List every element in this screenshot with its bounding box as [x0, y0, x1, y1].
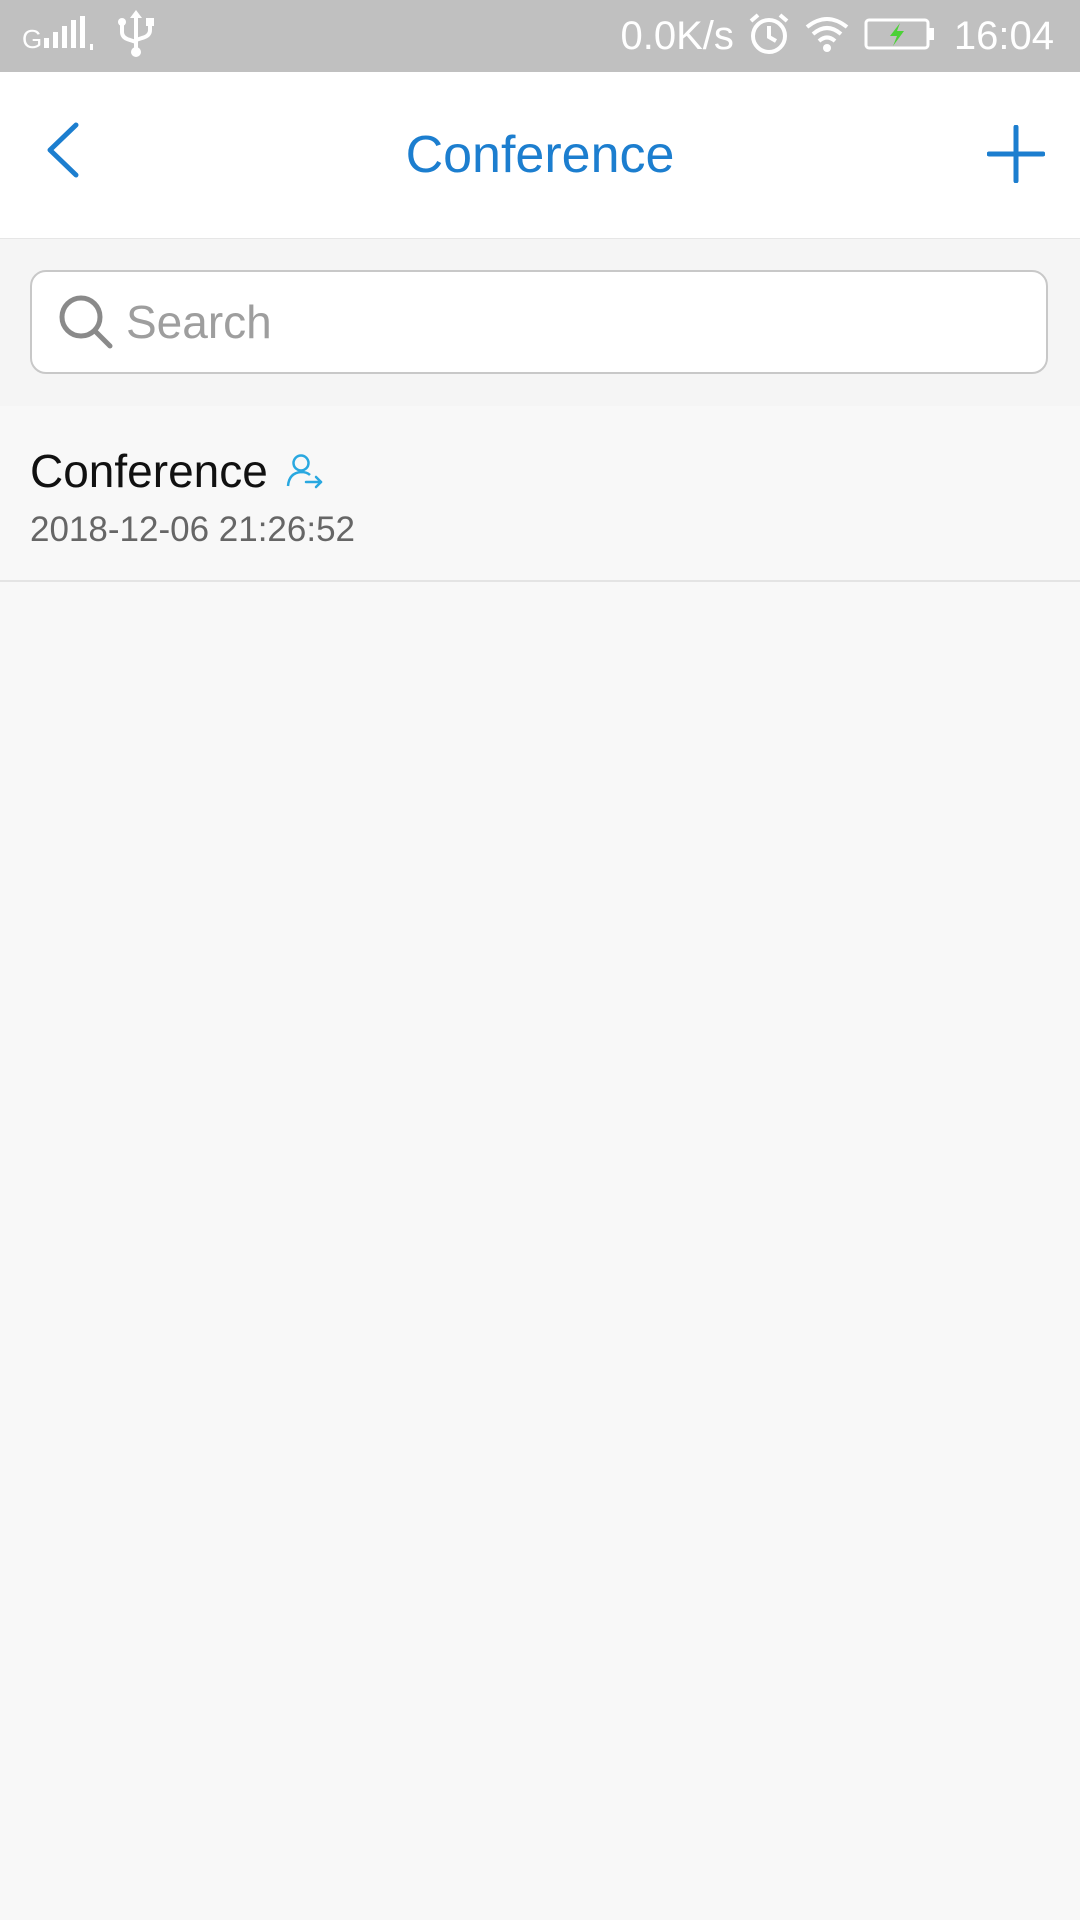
page-title: Conference — [405, 126, 675, 184]
usb-icon — [116, 9, 156, 63]
conference-title: Conference — [30, 445, 268, 497]
search-input[interactable] — [124, 294, 1008, 350]
conference-time: 2018-12-06 21:26:52 — [30, 510, 355, 549]
add-conference-button[interactable] — [966, 106, 1066, 206]
battery-charging-icon — [864, 17, 936, 56]
search-box[interactable] — [30, 270, 1048, 374]
list-item[interactable]: Conference 2018-12-06 21:26:52 — [0, 406, 1080, 582]
search-area — [0, 239, 1080, 406]
status-left: G — [22, 0, 156, 72]
item-title-row: Conference — [30, 444, 326, 498]
chevron-left-icon — [40, 121, 84, 184]
search-icon — [56, 292, 116, 352]
app-bar: Conference — [0, 72, 1080, 239]
net-speed: 0.0K/s — [620, 14, 734, 58]
user-arrow-icon — [284, 450, 326, 492]
status-right: 0.0K/s 16:04 — [620, 0, 1054, 72]
back-button[interactable] — [22, 112, 102, 192]
status-bar: G 0.0K/s 16:04 — [0, 0, 1080, 72]
clock: 16:04 — [953, 14, 1054, 58]
conference-list: Conference 2018-12-06 21:26:52 — [0, 406, 1080, 582]
wifi-icon — [804, 15, 850, 58]
svg-text:G: G — [22, 24, 42, 54]
plus-icon — [986, 124, 1046, 188]
signal-icon: G — [22, 14, 98, 59]
alarm-icon — [748, 12, 790, 61]
